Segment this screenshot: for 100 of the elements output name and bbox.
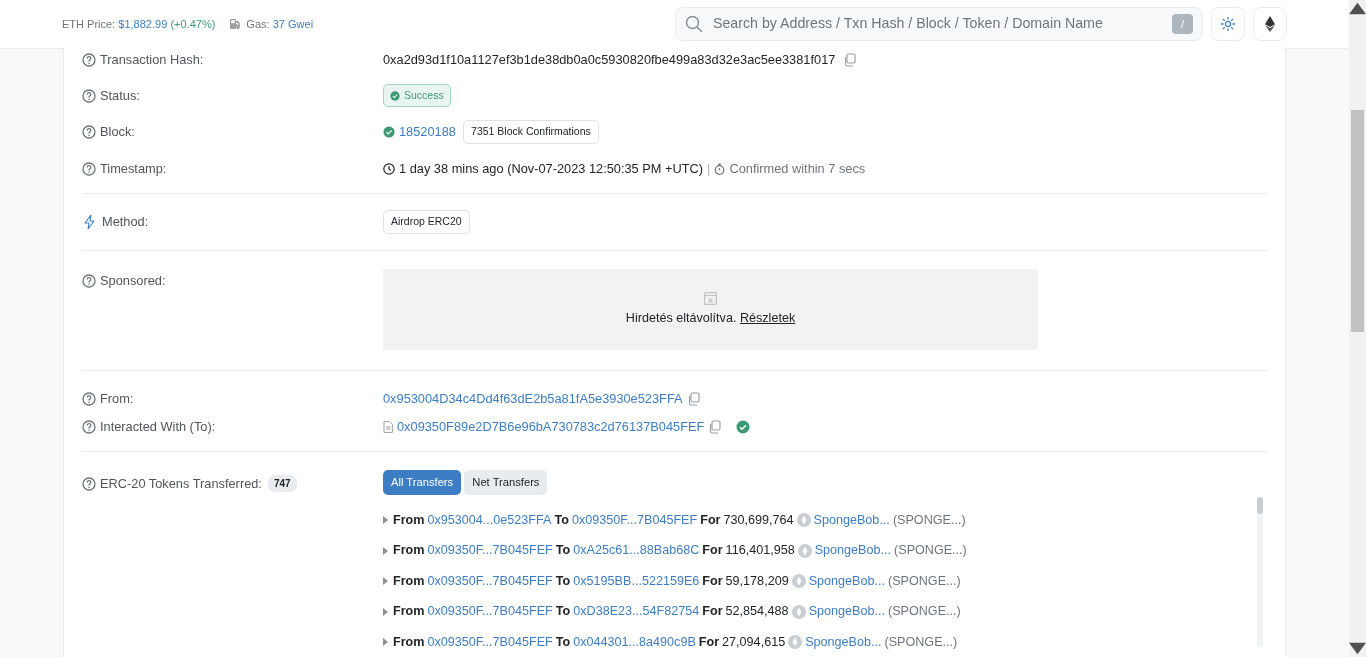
help-icon: [82, 273, 96, 288]
field-label: From:: [100, 390, 134, 409]
token-icon: [791, 574, 806, 589]
scroll-up-icon[interactable]: [1349, 0, 1366, 17]
copy-icon[interactable]: [843, 53, 858, 67]
ethereum-icon: [1265, 16, 1275, 32]
token-amount: 59,178,209: [725, 572, 789, 590]
to-label: To: [555, 603, 571, 621]
from-label: From: [393, 603, 425, 621]
token-icon: [797, 543, 812, 558]
caret-right-icon[interactable]: [383, 516, 388, 525]
field-label: Sponsored:: [100, 272, 166, 290]
caret-right-icon[interactable]: [383, 577, 388, 586]
check-circle-icon: [383, 126, 395, 138]
status-badge: Success: [383, 83, 451, 108]
field-label: ERC-20 Tokens Transferred:: [100, 475, 262, 493]
for-label: For: [702, 572, 723, 590]
token-link[interactable]: SpongeBob...: [814, 541, 892, 560]
to-label: To: [555, 542, 571, 560]
scroll-down-icon[interactable]: [1349, 640, 1366, 657]
search-field[interactable]: Search by Address / Txn Hash / Block / Token / Domain Name: [711, 12, 1164, 36]
help-icon: [82, 88, 96, 103]
to-label: To: [555, 572, 571, 590]
field-label: Block:: [100, 123, 135, 142]
token-symbol: (SPONGE...): [892, 511, 966, 529]
stopwatch-icon: [714, 163, 726, 175]
field-label: Interacted With (To):: [100, 418, 216, 437]
address-link[interactable]: 0x5195BB...522159E6: [573, 571, 700, 591]
price-change: (+0.47%): [170, 16, 216, 32]
help-icon: [82, 476, 96, 491]
transfers-tab[interactable]: Net Transfers: [464, 470, 548, 495]
theme-toggle-button[interactable]: [1211, 7, 1245, 41]
copy-icon[interactable]: [708, 420, 723, 434]
token-symbol: (SPONGE...): [887, 572, 961, 590]
from-label: From: [393, 542, 425, 560]
help-icon: [82, 125, 96, 139]
address-link[interactable]: 0xD38E23...54F82754: [573, 602, 700, 621]
scrollbar-thumb[interactable]: [1351, 110, 1364, 332]
confirmations-badge: 7351 Block Confirmations: [463, 120, 599, 144]
scrollbar-track[interactable]: [1257, 497, 1263, 647]
token-symbol: (SPONGE...): [887, 603, 961, 621]
from-label: From: [393, 633, 425, 651]
gas-value: 37 Gwei: [272, 16, 314, 32]
address-link[interactable]: 0x09350F...7B045FEF: [571, 510, 698, 530]
token-amount: 27,094,615: [722, 633, 786, 651]
transfers-tab[interactable]: All Transfers: [383, 470, 462, 495]
field-label: Status:: [100, 86, 140, 105]
from-label: From: [393, 511, 425, 529]
network-button[interactable]: [1253, 7, 1287, 41]
help-icon: [82, 53, 96, 67]
help-icon: [82, 162, 96, 176]
token-icon: [788, 635, 803, 650]
shortcut-key: /: [1172, 14, 1193, 34]
scrollbar-thumb[interactable]: [1257, 497, 1263, 514]
for-label: For: [702, 603, 723, 621]
token-symbol: (SPONGE...): [894, 542, 967, 560]
removed-ad-icon: [704, 291, 717, 305]
token-symbol: (SPONGE...): [884, 633, 958, 651]
address-link[interactable]: 0x044301...8a490c9B: [573, 632, 696, 652]
token-amount: 52,854,488: [725, 603, 789, 621]
help-icon: [82, 420, 96, 434]
eth-price-label: ETH Price:: [62, 16, 116, 32]
address-link[interactable]: 0xA25c61...88Bab68C: [573, 541, 700, 560]
separator: |: [707, 160, 711, 179]
address-link[interactable]: 0x09350F...7B045FEF: [427, 632, 553, 652]
block-link[interactable]: 18520188: [399, 122, 456, 142]
caret-right-icon[interactable]: [383, 638, 388, 647]
gas-label: Gas:: [246, 16, 270, 32]
timestamp-value: 1 day 38 mins ago (Nov-07-2023 12:50:35 PM +UTC): [399, 160, 704, 179]
document-icon: [383, 421, 393, 433]
address-link[interactable]: 0x953004D34c4Dd4f63dE2b5a81fA5e3930e523FFA: [383, 389, 683, 409]
token-link[interactable]: SpongeBob...: [808, 571, 885, 591]
clock-icon: [383, 163, 395, 175]
token-icon: [791, 604, 806, 619]
confirmation-time: Confirmed within 7 secs: [729, 160, 866, 179]
token-link[interactable]: SpongeBob...: [805, 632, 882, 652]
check-circle-icon: [390, 90, 400, 101]
address-link[interactable]: 0x09350F...7B045FEF: [427, 602, 553, 621]
address-link[interactable]: 0x09350F...7B045FEF: [427, 541, 553, 560]
field-label: Timestamp:: [100, 160, 167, 179]
details-link[interactable]: Részletek: [739, 310, 796, 325]
from-label: From: [393, 572, 425, 590]
copy-icon[interactable]: [686, 392, 701, 406]
token-amount: 730,699,764: [723, 511, 794, 529]
transaction-hash: 0xa2d93d1f10a1127ef3b1de38db0a0c5930820fbe499a83d32e3ac5ee3381f017: [383, 51, 836, 70]
caret-right-icon[interactable]: [383, 607, 388, 616]
help-icon: [82, 392, 96, 406]
eth-price-value: $1,882.99: [118, 16, 168, 32]
gas-pump-icon: [229, 18, 242, 30]
token-link[interactable]: SpongeBob...: [808, 602, 885, 621]
token-amount: 116,401,958: [725, 542, 795, 560]
caret-right-icon[interactable]: [383, 546, 388, 555]
address-link[interactable]: 0x953004...0e523FFA: [427, 510, 552, 530]
token-count: 747: [267, 475, 297, 493]
field-label: Method:: [102, 213, 149, 232]
address-link[interactable]: 0x09350F...7B045FEF: [427, 571, 553, 591]
token-link[interactable]: SpongeBob...: [813, 510, 890, 530]
to-label: To: [555, 633, 571, 651]
contract-address-link[interactable]: 0x09350F89e2D7B6e96bA730783c2d76137B045FEF: [397, 417, 705, 437]
field-label: Transaction Hash:: [100, 51, 204, 70]
